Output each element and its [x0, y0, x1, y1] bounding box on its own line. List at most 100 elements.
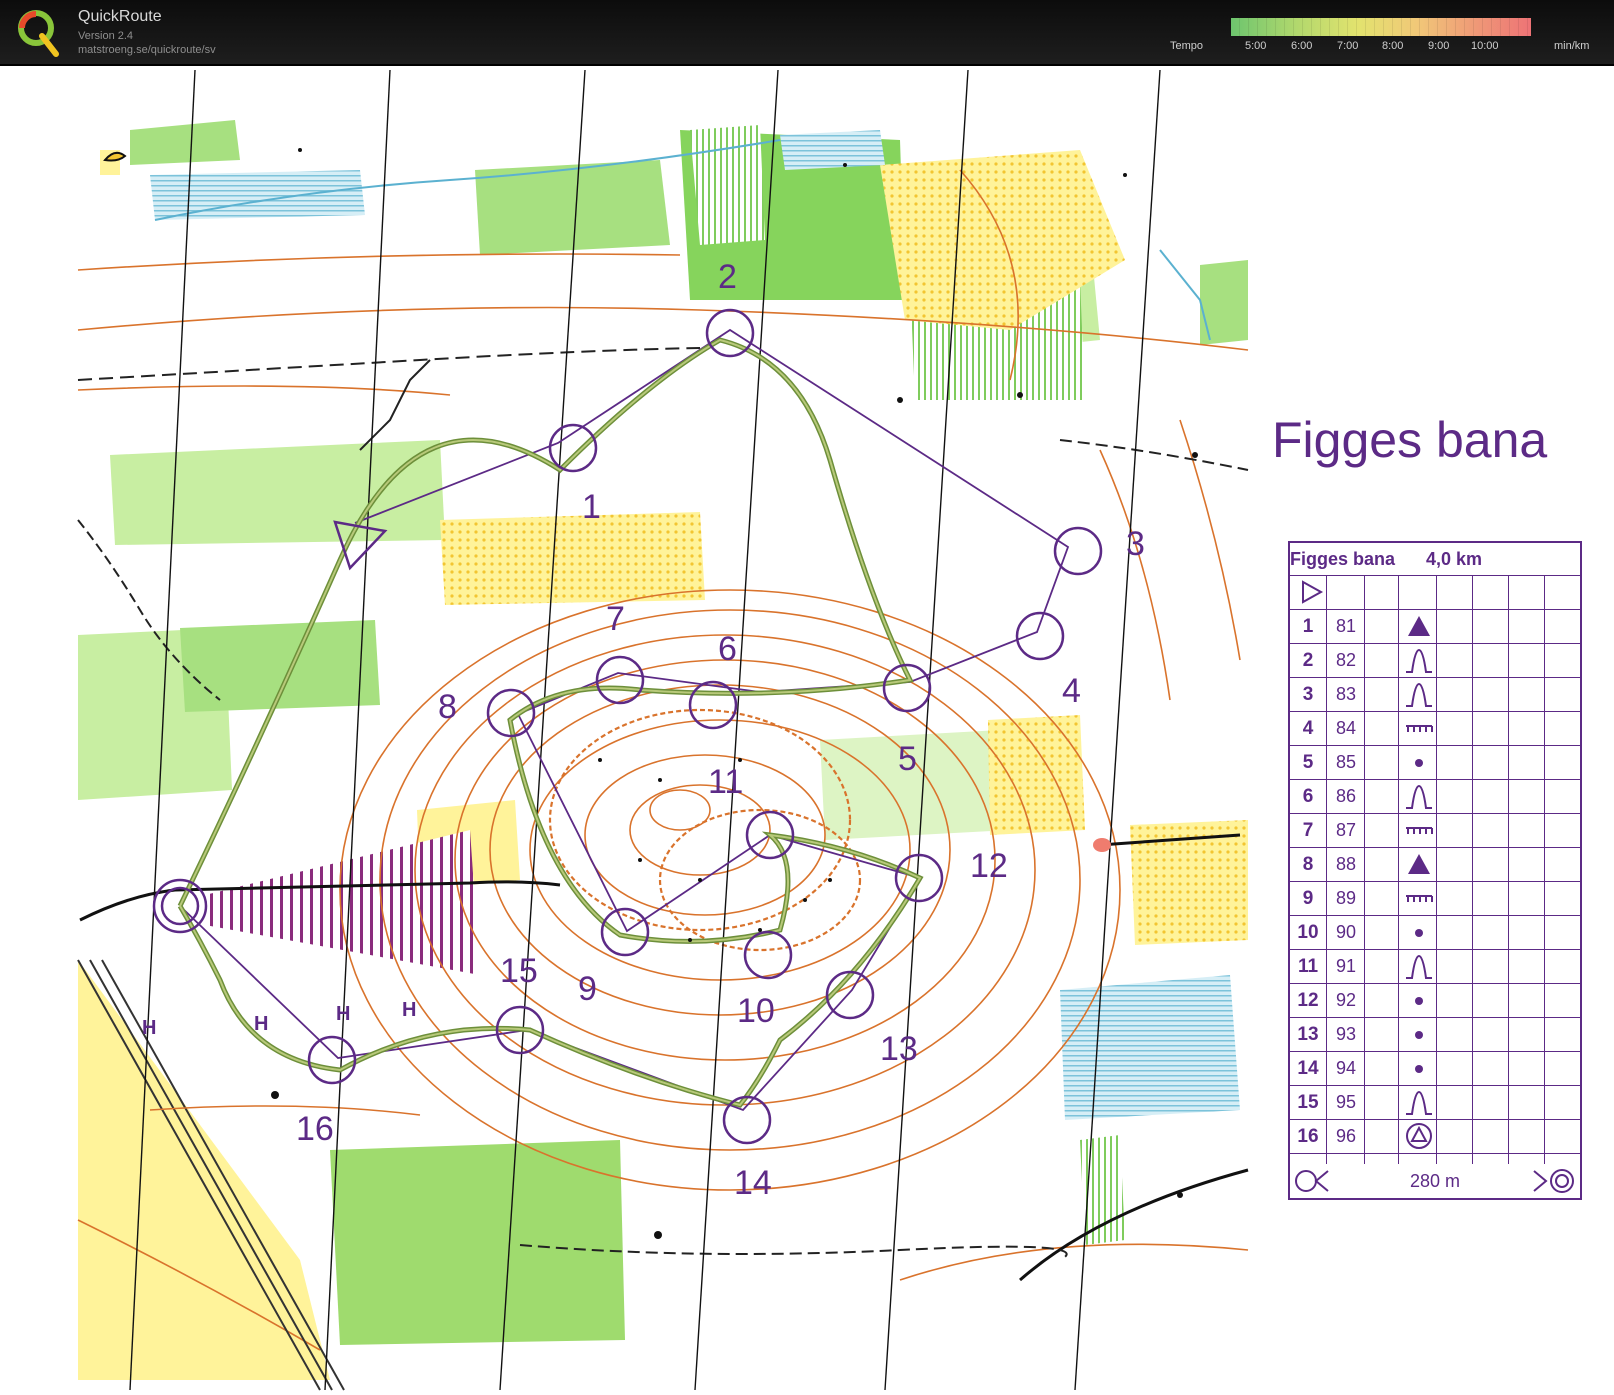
control-row: 9 89: [1290, 881, 1580, 916]
control-number: 8: [1302, 854, 1314, 875]
app-version: Version 2.4: [78, 30, 134, 42]
control-row: 5 85: [1290, 745, 1580, 780]
road-label: H: [142, 1017, 156, 1039]
control-row: 4 84: [1290, 711, 1580, 746]
map-viewport[interactable]: 1 2 3 4 5 6 7 8 9 10 11 12 13 14 15 16 H…: [0, 66, 1614, 1395]
grid-line: [1398, 575, 1399, 1164]
control-code: 86: [1335, 786, 1357, 806]
control-row: 6 86: [1290, 779, 1580, 814]
control-row: 3 83: [1290, 677, 1580, 712]
control-code: 90: [1335, 922, 1357, 942]
control-number: 9: [1302, 888, 1314, 909]
control-description-sheet: Figges bana 4,0 km 1 81 2 82 3 83 4 84 5 85 6 86 7 87…: [1288, 541, 1582, 1200]
control-number: 14: [1297, 1058, 1319, 1079]
control-label: 6: [718, 630, 737, 668]
control-code: 93: [1335, 1024, 1357, 1044]
control-number: 2: [1302, 650, 1314, 671]
control-row: 12 92: [1290, 983, 1580, 1018]
control-label: 16: [296, 1110, 334, 1148]
control-code: 81: [1335, 616, 1357, 636]
grid-line: [1326, 575, 1327, 1164]
control-row: 14 94: [1290, 1051, 1580, 1086]
road-label: H: [402, 999, 416, 1021]
dot-icon: [1415, 759, 1423, 767]
control-number: 3: [1302, 684, 1314, 705]
control-label: 4: [1062, 672, 1081, 710]
course-title: Figges bana: [1272, 412, 1548, 468]
control-code: 94: [1335, 1058, 1357, 1078]
control-label: 5: [898, 740, 917, 778]
control-row: 11 91: [1290, 949, 1580, 984]
control-code: 88: [1335, 854, 1357, 874]
control-number: 6: [1302, 786, 1314, 807]
control-number: 4: [1302, 718, 1314, 739]
description-course: Figges bana: [1290, 549, 1396, 569]
control-number: 11: [1297, 956, 1319, 977]
control-label: 3: [1126, 525, 1145, 563]
control-code: 95: [1335, 1092, 1357, 1112]
start-triangle-icon: [1302, 580, 1324, 604]
spur-icon: [1406, 682, 1432, 707]
control-code: 92: [1335, 990, 1357, 1010]
spur-icon: [1406, 954, 1432, 979]
finish-circle-icon: [1533, 1169, 1574, 1193]
start-row: [1290, 575, 1580, 610]
control-row: 16 96: [1290, 1119, 1580, 1154]
control-row: 7 87: [1290, 813, 1580, 848]
control-label: 2: [718, 258, 737, 296]
tempo-tick: 6:00: [1291, 40, 1313, 52]
control-code: 85: [1335, 752, 1357, 772]
control-number: 5: [1302, 752, 1314, 773]
dot-icon: [1415, 1065, 1423, 1073]
app-header-bar: QuickRoute Version 2.4 matstroeng.se/qui…: [0, 0, 1614, 66]
terrace-icon: [1406, 895, 1433, 902]
control-row: 10 90: [1290, 915, 1580, 950]
control-label: 8: [438, 688, 457, 726]
description-length: 4,0 km: [1426, 549, 1483, 569]
dot-icon: [1415, 997, 1423, 1005]
red-marker: [1093, 838, 1111, 852]
control-label: 1: [582, 488, 601, 526]
spur-icon: [1406, 1090, 1432, 1115]
finish-row: 280 m: [1290, 1164, 1580, 1198]
control-label: 12: [970, 847, 1008, 885]
grid-line: [1364, 575, 1365, 1164]
tempo-tick: 7:00: [1337, 40, 1359, 52]
triangle-filled-icon: [1408, 854, 1430, 874]
app-url[interactable]: matstroeng.se/quickroute/sv: [78, 44, 216, 56]
control-row: 8 88: [1290, 847, 1580, 882]
control-code: 89: [1335, 888, 1357, 908]
grid-line: [1508, 575, 1509, 1164]
control-row: 1 81: [1290, 609, 1580, 644]
control-label: 11: [708, 763, 743, 801]
control-label: 14: [734, 1164, 772, 1202]
grid-line: [1436, 575, 1437, 1164]
grid-line: [1472, 575, 1473, 1164]
control-row: 15 95: [1290, 1085, 1580, 1120]
tempo-label: Tempo: [1170, 40, 1204, 52]
spur-icon: [1406, 784, 1432, 809]
app-name: QuickRoute: [78, 8, 162, 25]
road-label: H: [254, 1013, 268, 1035]
control-label: 7: [606, 600, 625, 638]
dot-icon: [1415, 929, 1423, 937]
control-number: 15: [1297, 1092, 1319, 1113]
dot-icon: [1415, 1031, 1423, 1039]
control-number: 7: [1302, 820, 1314, 841]
grid-line: [1544, 575, 1545, 1164]
terrace-icon: [1406, 827, 1433, 834]
control-row: 2 82: [1290, 643, 1580, 678]
control-code: 84: [1335, 718, 1357, 738]
control-code: 91: [1335, 956, 1357, 976]
control-number: 1: [1302, 616, 1314, 637]
control-code: 82: [1335, 650, 1357, 670]
road-label: H: [336, 1003, 350, 1025]
tempo-tick: 9:00: [1428, 40, 1450, 52]
control-number: 16: [1297, 1126, 1319, 1147]
tempo-tick: 10:00: [1471, 40, 1499, 52]
tempo-tick: 5:00: [1245, 40, 1267, 52]
quickroute-logo-icon: [18, 10, 59, 57]
control-row: 13 93: [1290, 1017, 1580, 1052]
terrace-icon: [1406, 725, 1433, 732]
control-code: 96: [1335, 1126, 1357, 1146]
